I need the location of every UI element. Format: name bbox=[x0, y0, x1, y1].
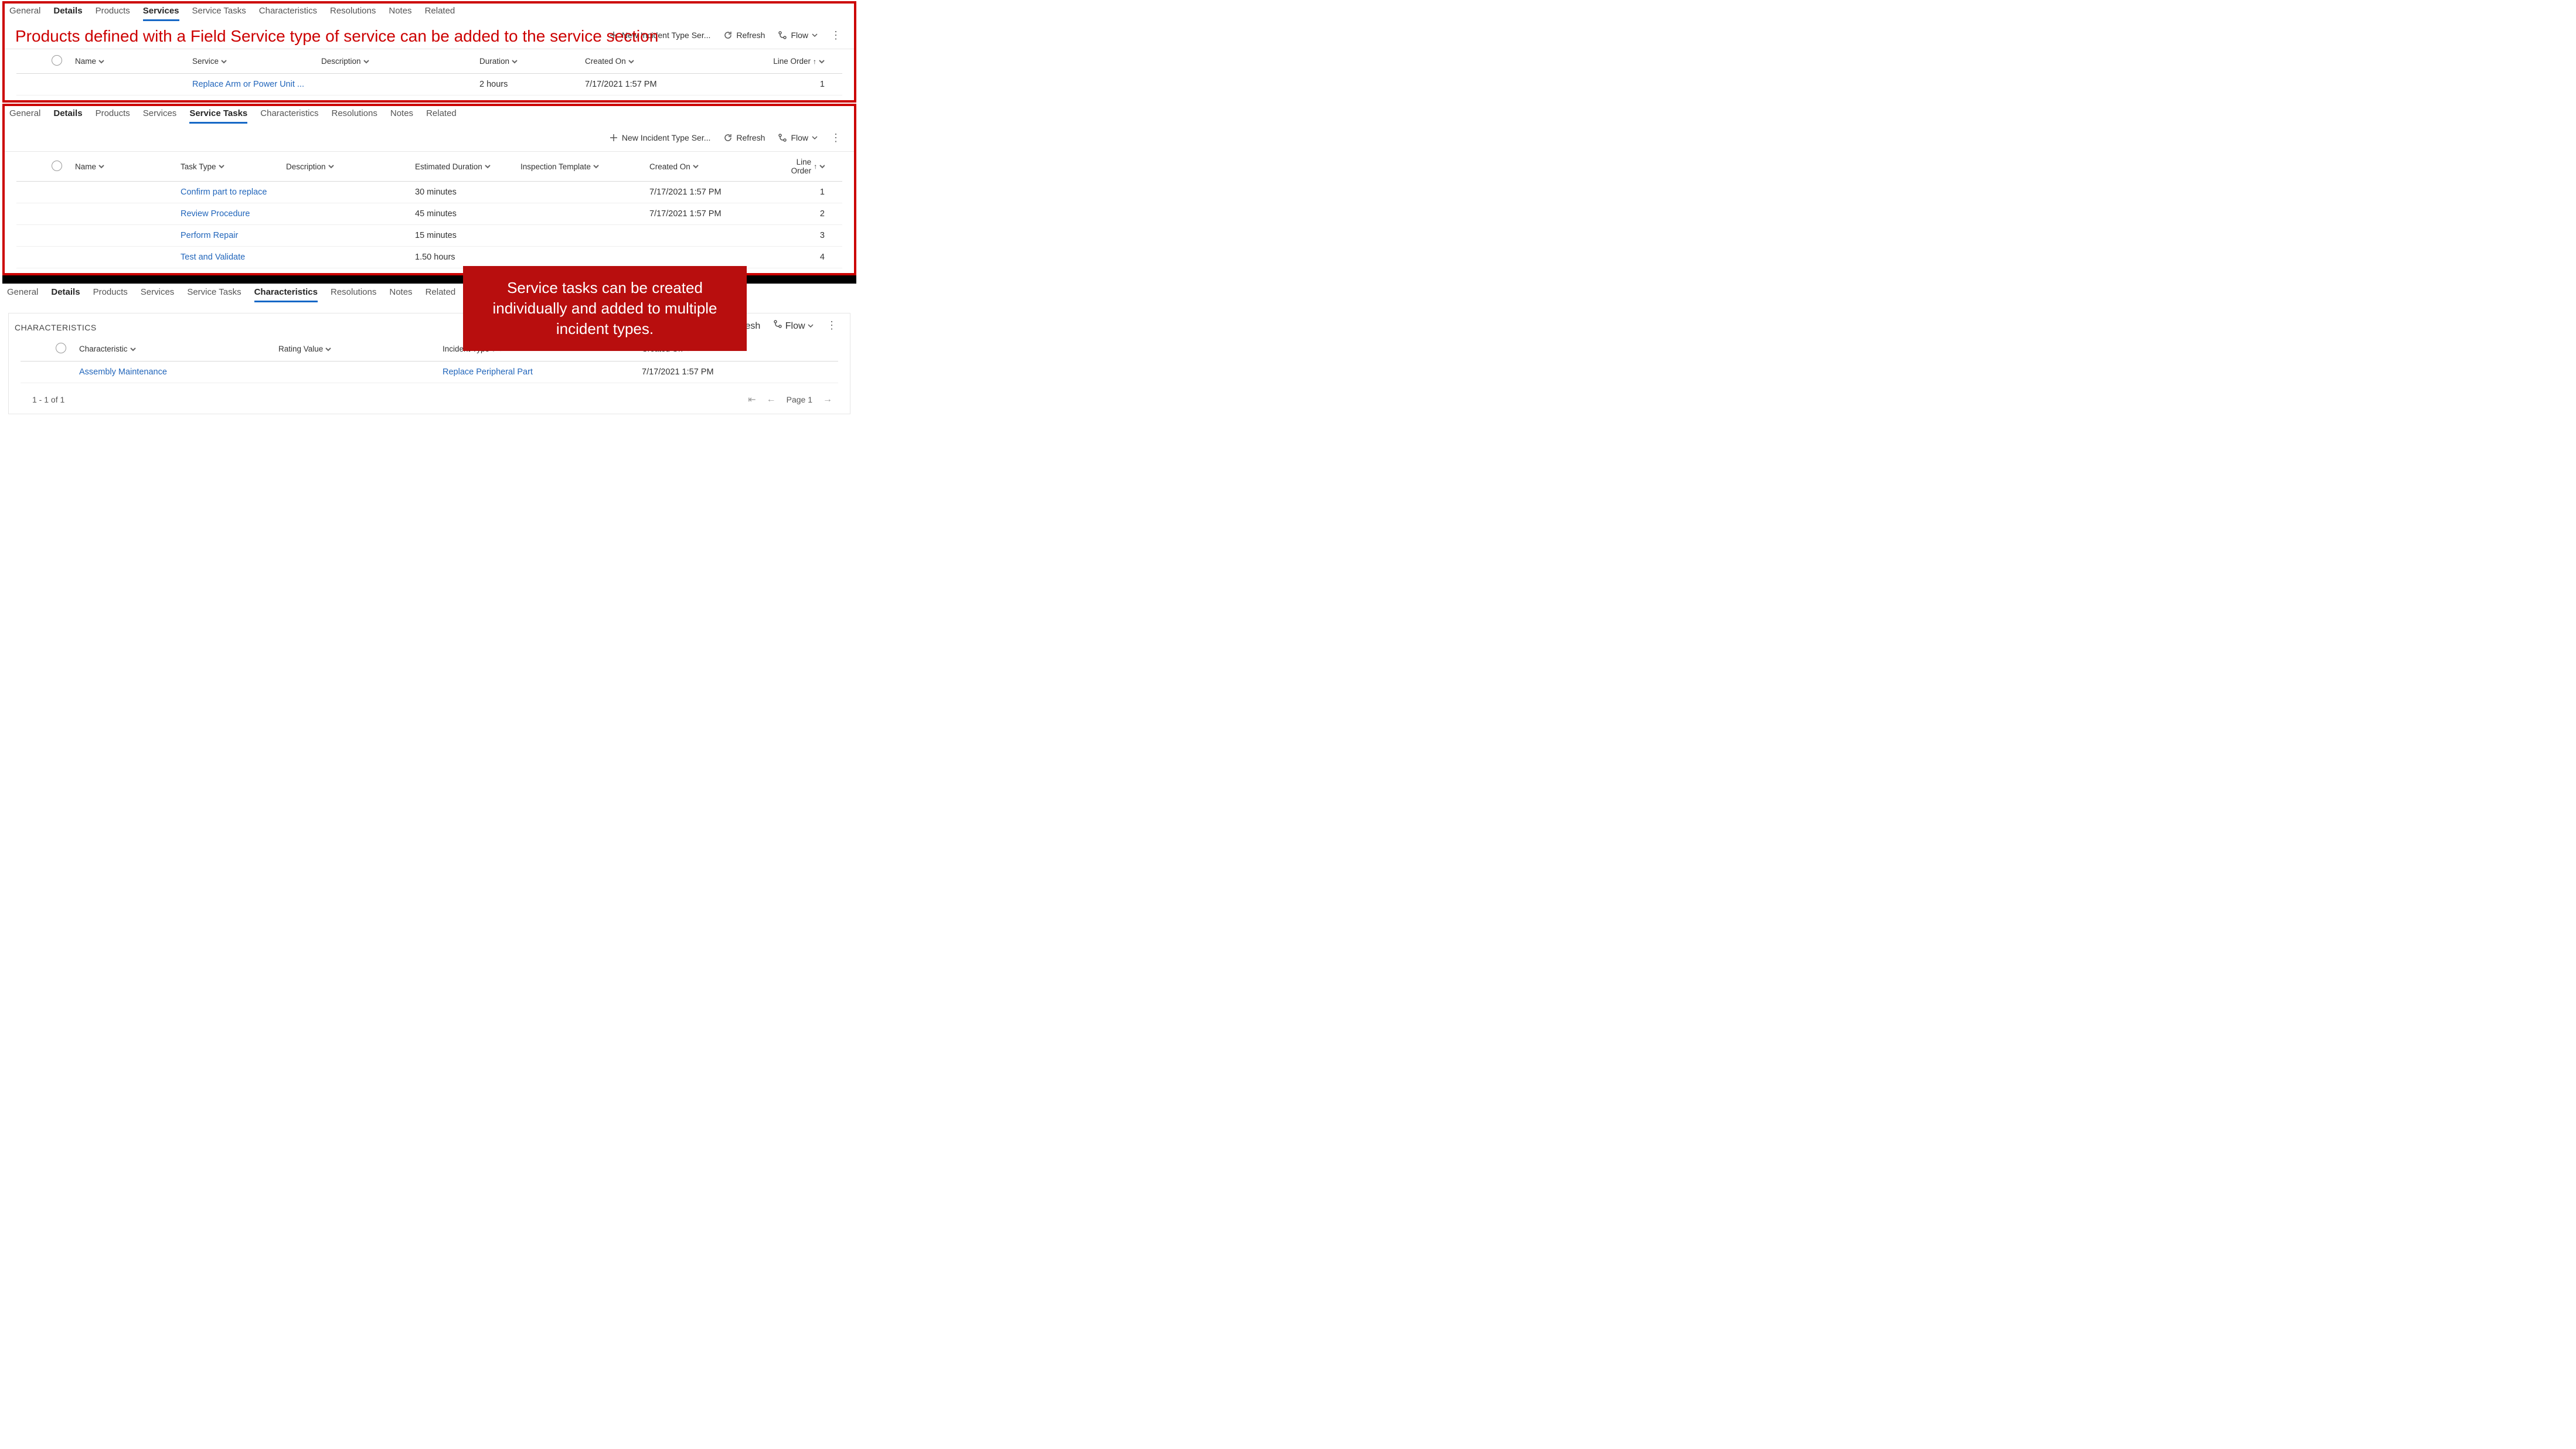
tab-strip: General Details Products Services Service Ta… bbox=[5, 4, 854, 21]
col-description[interactable]: Description bbox=[321, 57, 479, 66]
table-row[interactable]: Test and Validate1.50 hours4 bbox=[16, 247, 842, 268]
table-row[interactable]: Replace Arm or Power Unit ...2 hours7/17… bbox=[16, 74, 842, 96]
tab-resolutions[interactable]: Resolutions bbox=[331, 108, 377, 124]
tab-services[interactable]: Services bbox=[143, 6, 179, 21]
panel-services: General Details Products Services Service Ta… bbox=[2, 1, 856, 103]
tab-resolutions[interactable]: Resolutions bbox=[331, 287, 376, 302]
tab-related[interactable]: Related bbox=[426, 108, 457, 124]
tab-details[interactable]: Details bbox=[51, 287, 80, 302]
tab-general[interactable]: General bbox=[9, 108, 40, 124]
plus-icon bbox=[609, 133, 618, 142]
tab-characteristics[interactable]: Characteristics bbox=[260, 108, 318, 124]
col-lineorder[interactable]: Line Order ↑ bbox=[778, 158, 842, 175]
more-button[interactable]: ⋮ bbox=[831, 132, 842, 143]
tab-service-tasks[interactable]: Service Tasks bbox=[192, 6, 246, 21]
pager-range: 1 - 1 of 1 bbox=[32, 395, 64, 404]
tab-services[interactable]: Services bbox=[141, 287, 175, 302]
services-grid: Name Service Description Duration Create… bbox=[16, 49, 842, 96]
table-row[interactable]: Perform Repair15 minutes3 bbox=[16, 225, 842, 247]
tab-related[interactable]: Related bbox=[425, 6, 455, 21]
chevron-down-icon bbox=[812, 135, 818, 141]
new-button[interactable]: New Incident Type Ser... bbox=[609, 133, 711, 142]
flow-button[interactable]: Flow bbox=[778, 30, 818, 40]
tasktype-link[interactable]: Test and Validate bbox=[181, 253, 286, 262]
col-rating[interactable]: Rating Value bbox=[278, 345, 443, 353]
pager-page: Page 1 bbox=[787, 395, 812, 404]
tab-service-tasks[interactable]: Service Tasks bbox=[189, 108, 247, 124]
tab-general[interactable]: General bbox=[9, 6, 40, 21]
tasktype-link[interactable]: Confirm part to replace bbox=[181, 187, 286, 197]
tab-strip: General Details Products Services Service Ta… bbox=[5, 106, 854, 124]
annotation-text: Products defined with a Field Service ty… bbox=[15, 27, 658, 46]
refresh-icon bbox=[723, 30, 733, 40]
callout-box: Service tasks can be created individuall… bbox=[463, 266, 747, 351]
col-lineorder[interactable]: Line Order ↑ bbox=[749, 57, 842, 66]
pager-next-icon[interactable]: → bbox=[823, 394, 832, 405]
select-all-checkbox[interactable] bbox=[56, 343, 66, 353]
chevron-down-icon bbox=[808, 323, 814, 329]
service-link[interactable]: Replace Arm or Power Unit ... bbox=[192, 80, 321, 89]
col-inspection[interactable]: Inspection Template bbox=[520, 162, 649, 171]
refresh-button[interactable]: Refresh bbox=[723, 133, 765, 142]
more-button[interactable]: ⋮ bbox=[826, 320, 838, 330]
tab-characteristics[interactable]: Characteristics bbox=[254, 287, 318, 302]
tab-notes[interactable]: Notes bbox=[390, 108, 413, 124]
col-created[interactable]: Created On bbox=[649, 162, 778, 171]
table-row[interactable]: Assembly Maintenance Replace Peripheral P… bbox=[21, 362, 838, 383]
toolbar: New Incident Type Ser... Refresh Flow ⋮ bbox=[5, 124, 854, 152]
section-title: CHARACTERISTICS bbox=[9, 313, 103, 337]
flow-button[interactable]: Flow bbox=[778, 133, 818, 142]
col-description[interactable]: Description bbox=[286, 162, 415, 171]
tab-products[interactable]: Products bbox=[96, 108, 130, 124]
tab-notes[interactable]: Notes bbox=[389, 287, 412, 302]
col-duration[interactable]: Duration bbox=[479, 57, 585, 66]
pager-prev-icon[interactable]: ← bbox=[767, 394, 776, 405]
tab-service-tasks[interactable]: Service Tasks bbox=[187, 287, 241, 302]
tab-general[interactable]: General bbox=[7, 287, 38, 302]
table-row[interactable]: Review Procedure45 minutes7/17/2021 1:57… bbox=[16, 203, 842, 225]
col-service[interactable]: Service bbox=[192, 57, 321, 66]
pager: 1 - 1 of 1 ⇤ ← Page 1 → bbox=[9, 388, 850, 414]
flow-button[interactable]: Flow bbox=[773, 319, 814, 332]
flow-icon bbox=[778, 133, 787, 142]
flow-icon bbox=[773, 319, 782, 329]
pager-first-icon[interactable]: ⇤ bbox=[748, 394, 756, 405]
tab-products[interactable]: Products bbox=[96, 6, 130, 21]
incident-type-link[interactable]: Replace Peripheral Part bbox=[443, 367, 642, 377]
tab-related[interactable]: Related bbox=[426, 287, 456, 302]
tasktype-link[interactable]: Review Procedure bbox=[181, 209, 286, 219]
chevron-down-icon bbox=[812, 32, 818, 38]
service-tasks-grid: Name Task Type Description Estimated Dur… bbox=[16, 152, 842, 268]
tab-notes[interactable]: Notes bbox=[389, 6, 411, 21]
refresh-icon bbox=[723, 133, 733, 142]
tab-characteristics[interactable]: Characteristics bbox=[259, 6, 317, 21]
select-all-checkbox[interactable] bbox=[52, 161, 62, 171]
col-name[interactable]: Name bbox=[75, 162, 181, 171]
tab-services[interactable]: Services bbox=[143, 108, 177, 124]
col-estimated[interactable]: Estimated Duration bbox=[415, 162, 520, 171]
select-all-checkbox[interactable] bbox=[52, 55, 62, 66]
flow-icon bbox=[778, 30, 787, 40]
more-button[interactable]: ⋮ bbox=[831, 30, 842, 40]
tab-details[interactable]: Details bbox=[53, 6, 82, 21]
tasktype-link[interactable]: Perform Repair bbox=[181, 231, 286, 240]
col-created[interactable]: Created On bbox=[585, 57, 749, 66]
refresh-button[interactable]: Refresh bbox=[723, 30, 765, 40]
col-name[interactable]: Name bbox=[75, 57, 192, 66]
col-tasktype[interactable]: Task Type bbox=[181, 162, 286, 171]
table-row[interactable]: Confirm part to replace30 minutes7/17/20… bbox=[16, 182, 842, 203]
tab-resolutions[interactable]: Resolutions bbox=[330, 6, 376, 21]
tab-products[interactable]: Products bbox=[93, 287, 128, 302]
tab-details[interactable]: Details bbox=[53, 108, 82, 124]
characteristic-link[interactable]: Assembly Maintenance bbox=[79, 367, 278, 377]
panel-service-tasks: General Details Products Services Service Ta… bbox=[2, 104, 856, 275]
col-characteristic[interactable]: Characteristic bbox=[79, 345, 278, 353]
